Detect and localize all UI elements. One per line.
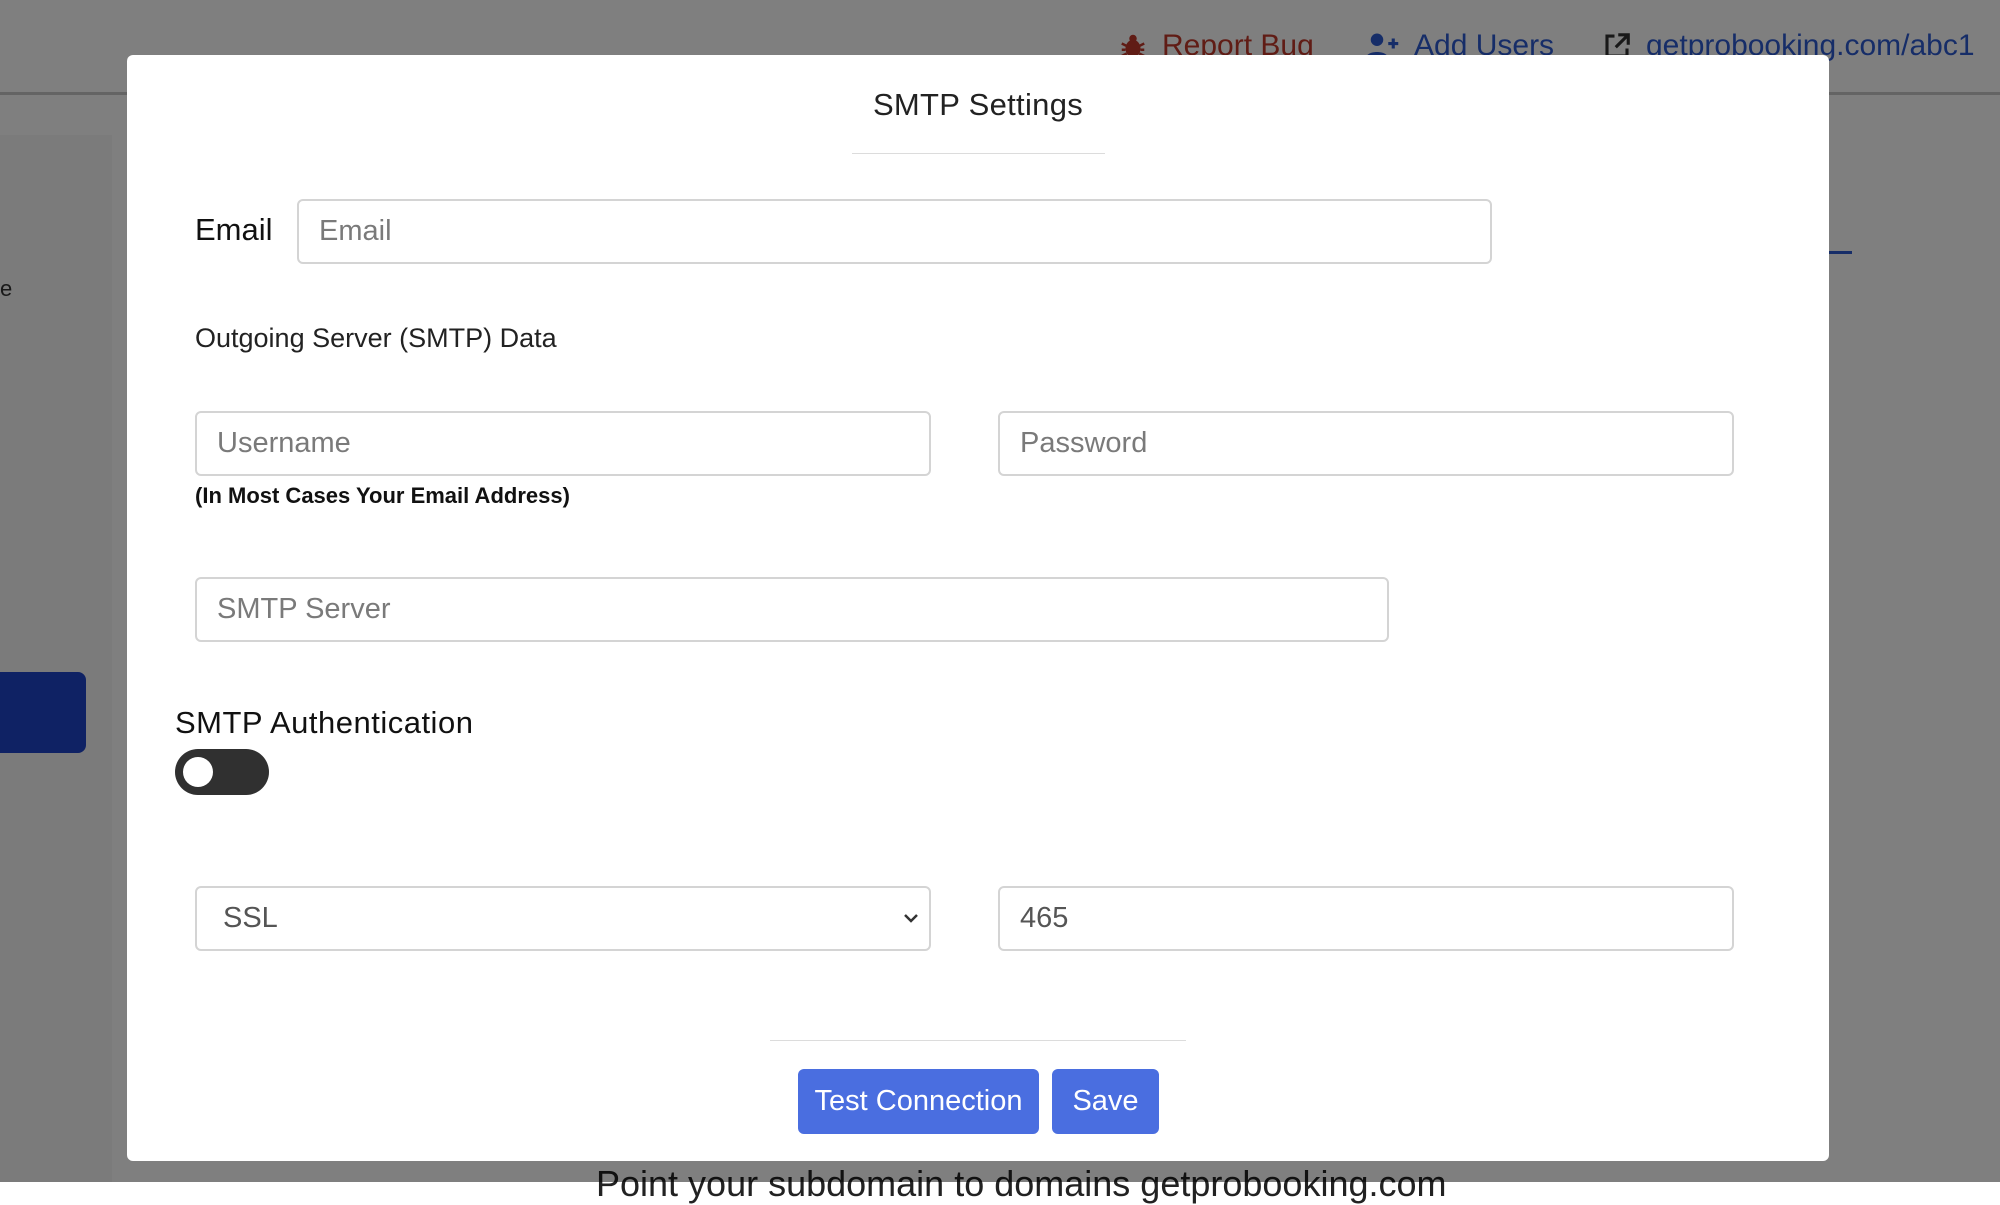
port-input[interactable]	[998, 886, 1734, 951]
password-input[interactable]	[998, 411, 1734, 476]
username-input[interactable]	[195, 411, 931, 476]
test-connection-button[interactable]: Test Connection	[798, 1069, 1039, 1134]
save-button[interactable]: Save	[1052, 1069, 1159, 1134]
title-divider	[852, 153, 1105, 154]
smtp-server-input[interactable]	[195, 577, 1389, 642]
encryption-selected-value: SSL	[223, 902, 278, 934]
encryption-select[interactable]: SSL	[195, 886, 931, 951]
username-hint: (In Most Cases Your Email Address)	[195, 483, 570, 508]
smtp-settings-modal: SMTP Settings Email Outgoing Server (SMT…	[127, 55, 1829, 1161]
toggle-knob	[183, 757, 213, 787]
chevron-down-icon	[904, 914, 918, 923]
outgoing-server-section-label: Outgoing Server (SMTP) Data	[195, 323, 557, 353]
footer-divider	[770, 1040, 1186, 1041]
email-label: Email	[195, 212, 273, 247]
email-input[interactable]	[297, 199, 1492, 264]
modal-title: SMTP Settings	[872, 87, 1084, 122]
smtp-authentication-label: SMTP Authentication	[175, 705, 474, 740]
smtp-authentication-toggle[interactable]	[175, 749, 269, 795]
